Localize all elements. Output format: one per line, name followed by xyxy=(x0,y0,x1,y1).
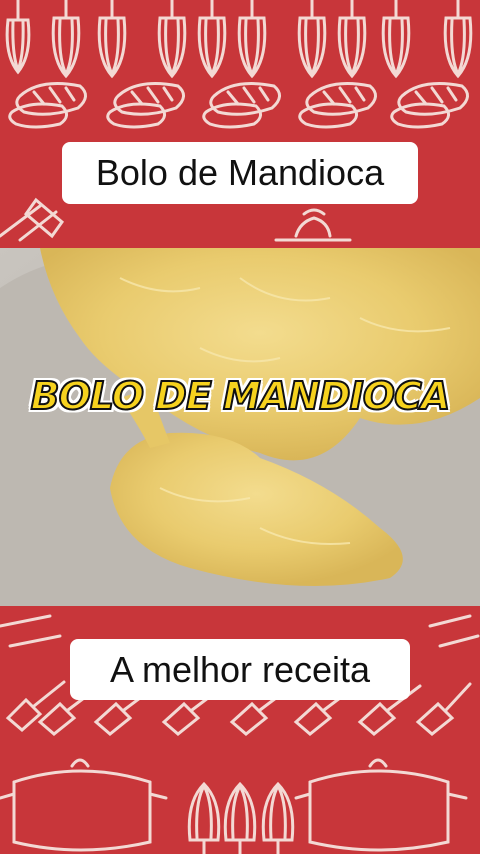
whisk-icon xyxy=(197,0,227,79)
pot-icon xyxy=(274,208,352,242)
top-kitchen-pattern xyxy=(0,0,480,248)
page-title: Bolo de Mandioca xyxy=(95,152,385,193)
bread-icon xyxy=(298,82,377,129)
whisk-icon xyxy=(223,781,257,854)
whisk-icon xyxy=(5,0,31,75)
whisk-icon xyxy=(443,0,473,79)
spatula-icon xyxy=(0,197,65,242)
whisk-icon xyxy=(381,0,411,79)
whisk-icon xyxy=(337,0,367,79)
whisk-icon xyxy=(157,0,187,79)
pot-icon xyxy=(294,758,468,852)
subtitle-label-box: A melhor receita xyxy=(70,639,410,700)
spatula-icon xyxy=(0,614,62,648)
title-label-box: Bolo de Mandioca xyxy=(62,142,418,204)
bread-icon xyxy=(106,82,185,129)
spatula-icon xyxy=(415,682,472,736)
whisk-icon xyxy=(237,0,267,79)
bread-icon xyxy=(390,82,469,129)
whisk-icon xyxy=(51,0,81,79)
video-overlay-title: BOLO DE MANDIOCA xyxy=(30,373,452,419)
bread-icon xyxy=(202,82,281,129)
whisk-icon xyxy=(187,781,221,854)
pot-icon xyxy=(0,758,168,852)
whisk-icon xyxy=(97,0,127,79)
video-frame[interactable] xyxy=(0,248,480,606)
bread-icon xyxy=(8,82,87,129)
spatula-icon xyxy=(428,614,480,648)
whisk-icon xyxy=(297,0,327,79)
page-subtitle: A melhor receita xyxy=(109,648,371,690)
whisk-icon xyxy=(261,781,295,854)
